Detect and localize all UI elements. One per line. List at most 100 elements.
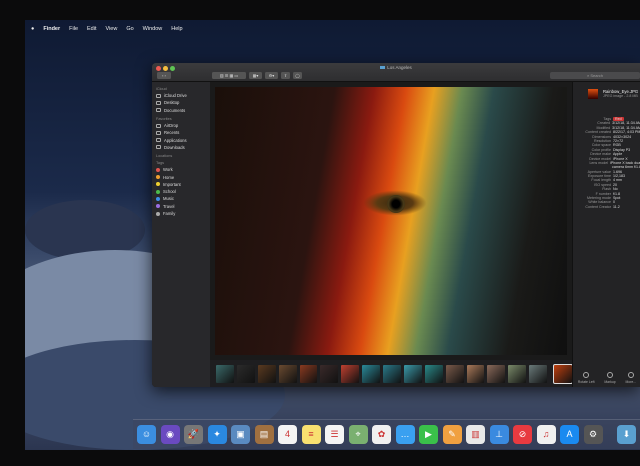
thumbnail[interactable] [529, 364, 547, 383]
folder-icon [380, 65, 386, 69]
dock-keynote-icon[interactable]: ⊥ [489, 425, 509, 444]
dock-siri-icon[interactable]: ◉ [160, 425, 180, 444]
sidebar-item-icloud-drive[interactable]: iCloud Drive [156, 92, 206, 99]
sidebar-tag-work[interactable]: Work [156, 166, 206, 173]
thumbnail[interactable] [362, 364, 380, 383]
group-button[interactable]: ▦▾ [249, 72, 262, 79]
sidebar-item-documents[interactable]: Documents [156, 107, 206, 114]
dock-pages-icon[interactable]: ✎ [442, 425, 462, 444]
dock-maps-icon[interactable]: ⌖ [348, 425, 368, 444]
sidebar-item-applications[interactable]: Applications [156, 136, 206, 143]
title-bar: Los Angeles ‹ › ▥ ☰ ▦ ▭ ▦▾ ⚙▾ ⇪ ◯ ⌕ Sear… [152, 63, 640, 82]
menu-view[interactable]: View [106, 26, 118, 32]
dock-contacts-icon[interactable]: ▤ [254, 425, 274, 444]
tag-dot-icon [156, 211, 160, 216]
thumbnail[interactable] [424, 364, 443, 383]
sidebar-tag-important[interactable]: Important [156, 181, 206, 188]
metadata-value: 11.2 [613, 204, 620, 209]
menu-edit[interactable]: Edit [87, 26, 96, 32]
action-button[interactable]: ⚙▾ [265, 72, 278, 79]
dock-app-store-icon[interactable]: A [560, 425, 579, 444]
tag-dot-icon [156, 167, 160, 172]
desktop-icon [156, 100, 161, 105]
dock-facetime-icon[interactable]: ▶ [419, 425, 438, 444]
thumbnail[interactable] [445, 364, 464, 383]
sidebar: iCloud iCloud Drive Desktop Documents Fa… [152, 82, 210, 387]
tag-dot-icon [156, 196, 160, 201]
sidebar-item-desktop[interactable]: Desktop [156, 99, 206, 106]
markup-button[interactable]: Markup [604, 372, 616, 384]
applications-icon [156, 138, 161, 143]
recents-icon [156, 130, 161, 135]
dock-safari-icon[interactable]: ✦ [207, 425, 227, 444]
quick-actions: Rotate Left Markup More... [573, 372, 640, 384]
dock-downloads-folder-icon[interactable]: ⬇ [617, 425, 636, 444]
menu-window[interactable]: Window [143, 26, 163, 32]
share-button[interactable]: ⇪ [281, 72, 290, 79]
sidebar-header-tags: Tags [156, 161, 165, 166]
dock-finder-icon[interactable]: ☺ [137, 425, 156, 444]
tag-dot-icon [156, 182, 160, 187]
file-info: JPEG image - 2.8 MB [603, 94, 638, 98]
dock-preview-icon[interactable]: ▣ [231, 425, 250, 444]
dock-messages-icon[interactable]: … [395, 425, 415, 444]
tag-button[interactable]: ◯ [293, 72, 302, 79]
sidebar-tag-home[interactable]: Home [156, 173, 206, 180]
menu-help[interactable]: Help [171, 26, 182, 32]
thumbnail[interactable] [320, 364, 339, 383]
search-input[interactable]: ⌕ Search [550, 72, 640, 79]
dock-calendar-icon[interactable]: 4 [278, 425, 297, 444]
rotate-left-button[interactable]: Rotate Left [578, 372, 595, 384]
dock-system-preferences-icon[interactable]: ⚙ [583, 425, 603, 444]
sidebar-tag-family[interactable]: Family [156, 210, 206, 217]
tag-list: Work Home Important School Music Travel Family [156, 166, 206, 217]
tag-dot-icon [156, 175, 160, 180]
dock-reminders-icon[interactable]: ☰ [325, 425, 344, 444]
dock-news-icon[interactable]: ⊘ [513, 425, 532, 444]
cloud-icon [156, 93, 161, 98]
sidebar-tag-music[interactable]: Music [156, 195, 206, 202]
thumbnail[interactable] [487, 364, 506, 383]
tag-dot-icon [156, 204, 160, 209]
sidebar-tag-travel[interactable]: Travel [156, 203, 206, 210]
markup-icon [607, 372, 614, 378]
sidebar-item-airdrop[interactable]: AirDrop [156, 122, 206, 129]
document-icon [156, 108, 161, 113]
window-title: Los Angeles [152, 65, 640, 70]
dock-numbers-icon[interactable]: ▥ [466, 425, 485, 444]
back-forward-buttons[interactable]: ‹ › [157, 72, 171, 79]
thumbnail[interactable] [216, 364, 234, 383]
thumbnail[interactable] [236, 364, 255, 383]
dock-notes-icon[interactable]: ≡ [301, 425, 321, 444]
thumbnail-strip [210, 360, 573, 387]
thumbnail[interactable] [341, 364, 360, 383]
thumbnail[interactable] [508, 364, 527, 383]
thumbnail[interactable] [466, 364, 485, 383]
file-thumbnail [588, 89, 598, 99]
menu-file[interactable]: File [69, 26, 78, 32]
thumbnail[interactable] [299, 364, 318, 383]
sidebar-header-locations: Locations [156, 154, 173, 159]
metadata-panel: Rainbow_Eye.JPG JPEG image - 2.8 MB Tags… [572, 82, 640, 387]
more-icon [627, 372, 634, 378]
apple-menu-icon[interactable]: ● [31, 26, 34, 32]
menu-finder[interactable]: Finder [43, 26, 60, 32]
thumbnail[interactable] [383, 364, 401, 383]
rotate-left-icon [583, 372, 590, 378]
sidebar-item-recents[interactable]: Recents [156, 129, 206, 136]
sidebar-tag-school[interactable]: School [156, 188, 206, 195]
tag-dot-icon [156, 189, 160, 194]
dock-launchpad-icon[interactable]: 🚀 [184, 425, 203, 444]
thumbnail[interactable] [257, 364, 276, 383]
dock-music-icon[interactable]: ♫ [536, 425, 556, 444]
thumbnail[interactable] [553, 363, 573, 384]
thumbnail[interactable] [278, 364, 297, 383]
dock-photos-icon[interactable]: ✿ [372, 425, 391, 444]
view-mode-buttons[interactable]: ▥ ☰ ▦ ▭ [212, 72, 246, 79]
metadata-row: Content Creator 11.2 [573, 205, 640, 209]
thumbnail[interactable] [403, 364, 422, 383]
menu-go[interactable]: Go [126, 26, 133, 32]
menu-bar: ● Finder File Edit View Go Window Help [25, 22, 640, 36]
more-button[interactable]: More... [626, 372, 636, 384]
sidebar-item-downloads[interactable]: Downloads [156, 144, 206, 151]
